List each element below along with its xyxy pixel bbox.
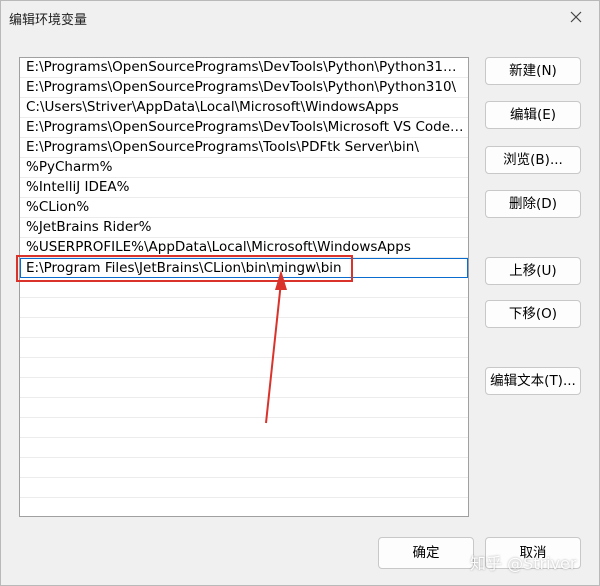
empty-row	[20, 298, 468, 318]
list-item-text: %IntelliJ IDEA%	[26, 179, 130, 195]
empty-row	[20, 278, 468, 298]
empty-row	[20, 458, 468, 478]
zhihu-watermark: 知乎 @Striver	[470, 554, 577, 573]
empty-row	[20, 398, 468, 418]
edit-text-button[interactable]: 编辑文本(T)...	[485, 367, 581, 395]
move-up-button[interactable]: 上移(U)	[485, 257, 581, 285]
list-item-text: E:\Programs\OpenSourcePrograms\DevTools\…	[26, 119, 464, 135]
list-item[interactable]: %PyCharm%	[20, 158, 468, 178]
list-item-text: E:\Programs\OpenSourcePrograms\DevTools\…	[26, 79, 457, 95]
list-item-editing[interactable]: E:\Program Files\JetBrains\CLion\bin\min…	[20, 258, 468, 278]
list-item-text: E:\Programs\OpenSourcePrograms\Tools\PDF…	[26, 139, 419, 155]
edit-button[interactable]: 编辑(E)	[485, 101, 581, 129]
list-item[interactable]: E:\Programs\OpenSourcePrograms\DevTools\…	[20, 118, 468, 138]
move-down-button[interactable]: 下移(O)	[485, 300, 581, 328]
list-item[interactable]: %CLion%	[20, 198, 468, 218]
title-bar: 编辑环境变量	[1, 1, 599, 33]
path-list[interactable]: E:\Programs\OpenSourcePrograms\DevTools\…	[19, 57, 469, 517]
empty-row	[20, 478, 468, 498]
empty-row	[20, 438, 468, 458]
delete-button[interactable]: 删除(D)	[485, 190, 581, 218]
close-icon	[570, 11, 582, 23]
empty-row	[20, 318, 468, 338]
empty-row	[20, 358, 468, 378]
list-item-text: %CLion%	[26, 199, 90, 215]
list-item-text: E:\Programs\OpenSourcePrograms\DevTools\…	[26, 59, 464, 75]
new-button[interactable]: 新建(N)	[485, 57, 581, 85]
ok-button[interactable]: 确定	[378, 537, 474, 569]
list-item[interactable]: E:\Programs\OpenSourcePrograms\DevTools\…	[20, 78, 468, 98]
browse-button[interactable]: 浏览(B)...	[485, 146, 581, 174]
dialog-title: 编辑环境变量	[9, 13, 88, 28]
list-item[interactable]: %USERPROFILE%\AppData\Local\Microsoft\Wi…	[20, 238, 468, 258]
list-item-text: %JetBrains Rider%	[26, 219, 152, 235]
edit-env-variable-dialog: 编辑环境变量 E:\Programs\OpenSourcePrograms\De…	[0, 0, 600, 586]
path-edit-field[interactable]: E:\Program Files\JetBrains\CLion\bin\min…	[26, 259, 463, 277]
list-item-text: %PyCharm%	[26, 159, 113, 175]
list-item-text: %USERPROFILE%\AppData\Local\Microsoft\Wi…	[26, 239, 411, 255]
empty-row	[20, 378, 468, 398]
list-item[interactable]: C:\Users\Striver\AppData\Local\Microsoft…	[20, 98, 468, 118]
list-item-text: C:\Users\Striver\AppData\Local\Microsoft…	[26, 99, 399, 115]
close-button[interactable]	[559, 3, 593, 31]
list-item[interactable]: %IntelliJ IDEA%	[20, 178, 468, 198]
empty-row	[20, 418, 468, 438]
list-item[interactable]: E:\Programs\OpenSourcePrograms\Tools\PDF…	[20, 138, 468, 158]
empty-row	[20, 338, 468, 358]
list-item[interactable]: E:\Programs\OpenSourcePrograms\DevTools\…	[20, 58, 468, 78]
list-item[interactable]: %JetBrains Rider%	[20, 218, 468, 238]
